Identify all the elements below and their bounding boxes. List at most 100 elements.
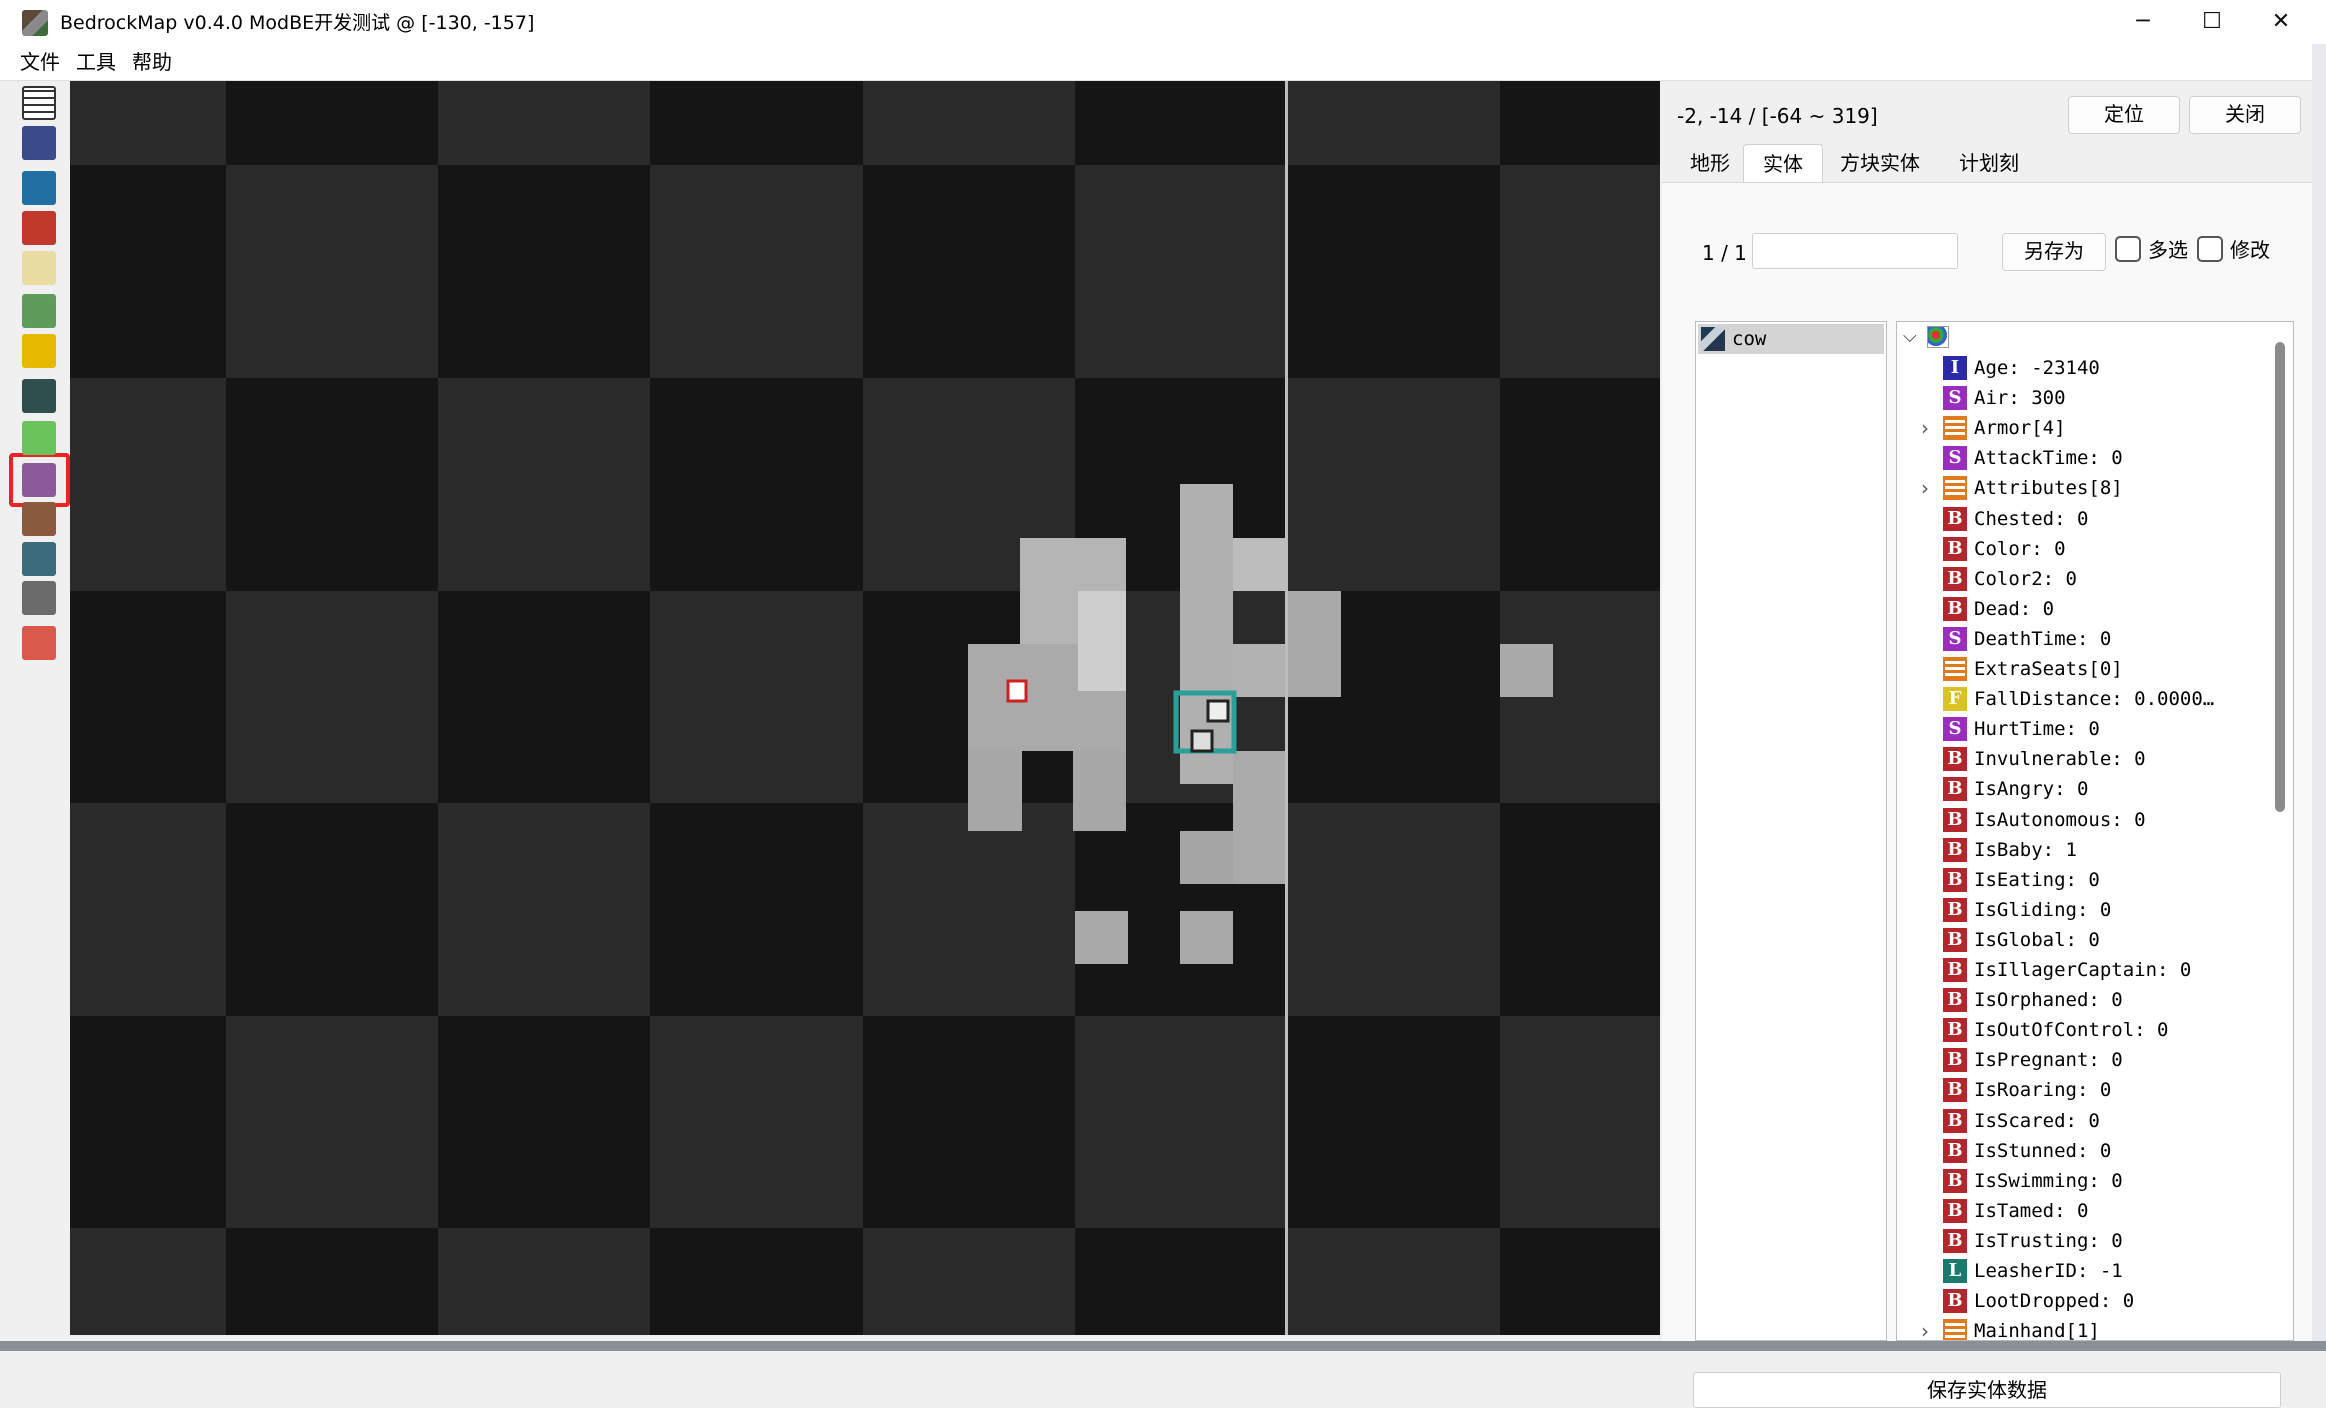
nbt-row[interactable]: B IsTamed: 0 xyxy=(1897,1196,2257,1226)
tag-type-icon: S xyxy=(1943,446,1967,471)
nbt-row[interactable]: B IsGlobal: 0 xyxy=(1897,925,2257,955)
multi-select-checkbox[interactable] xyxy=(2115,236,2141,262)
grid-tool-icon[interactable] xyxy=(22,86,56,120)
nbt-row[interactable]: S Air: 300 xyxy=(1897,383,2257,413)
nbt-row[interactable]: B IsBaby: 1 xyxy=(1897,835,2257,865)
entity-tab-content: 1 / 1 另存为 多选 修改 cow ⌵ I Age: -23140 S Air: … xyxy=(1662,182,2312,1408)
entity-list: cow xyxy=(1695,321,1887,1341)
menu-tools[interactable]: 工具 xyxy=(76,49,116,75)
nbt-row[interactable]: B IsTrusting: 0 xyxy=(1897,1226,2257,1256)
nbt-row[interactable]: L LeasherID: -1 xyxy=(1897,1256,2257,1286)
tag-type-icon: F xyxy=(1943,687,1967,712)
nbt-row[interactable]: B IsScared: 0 xyxy=(1897,1106,2257,1136)
nbt-row[interactable]: B IsAutonomous: 0 xyxy=(1897,805,2257,835)
close-panel-button[interactable]: 关闭 xyxy=(2189,96,2301,134)
slime-icon[interactable] xyxy=(22,421,56,455)
nbt-row[interactable]: B IsPregnant: 0 xyxy=(1897,1045,2257,1075)
mob-layer-icon[interactable] xyxy=(22,542,56,576)
tag-type-icon: S xyxy=(1943,386,1967,411)
nbt-row[interactable]: B IsAngry: 0 xyxy=(1897,774,2257,804)
entity-list-item[interactable]: cow xyxy=(1698,324,1884,354)
chevron-right-icon[interactable]: › xyxy=(1921,1316,1929,1340)
nbt-row[interactable]: ExtraSeats[0] xyxy=(1897,654,2257,684)
tab-scheduled-tick[interactable]: 计划刻 xyxy=(1937,144,2041,182)
map-chunk-tile xyxy=(70,165,226,378)
nbt-row[interactable]: B IsIllagerCaptain: 0 xyxy=(1897,955,2257,985)
chevron-right-icon[interactable]: › xyxy=(1921,413,1929,443)
nbt-label: Dead: 0 xyxy=(1974,597,2055,620)
nbt-row[interactable]: S HurtTime: 0 xyxy=(1897,714,2257,744)
nbt-label: IsAngry: 0 xyxy=(1974,778,2089,801)
nbt-row[interactable]: B IsGliding: 0 xyxy=(1897,895,2257,925)
nbt-rows: I Age: -23140 S Air: 300 › Armor[4] S AttackTim… xyxy=(1897,322,2293,1340)
nbt-row[interactable]: B IsOutOfControl: 0 xyxy=(1897,1015,2257,1045)
terrain-block xyxy=(1233,751,1288,884)
map-chunk-tile xyxy=(1500,803,1660,1016)
nbt-label: LeasherID: -1 xyxy=(1974,1260,2123,1282)
nbt-row[interactable]: B IsOrphaned: 0 xyxy=(1897,985,2257,1015)
nbt-row[interactable]: › Mainhand[1] xyxy=(1897,1316,2257,1340)
map-chunk-tile xyxy=(438,81,650,165)
minimize-button[interactable]: ─ xyxy=(2108,0,2178,44)
close-window-button[interactable]: ✕ xyxy=(2246,0,2316,44)
nbt-row[interactable]: I Age: -23140 xyxy=(1897,353,2257,383)
nbt-row[interactable]: › Attributes[8] xyxy=(1897,473,2257,503)
villager-icon[interactable] xyxy=(22,502,56,536)
nbt-scrollbar[interactable] xyxy=(2275,342,2285,812)
chevron-right-icon[interactable]: › xyxy=(1921,473,1929,503)
tag-type-icon: B xyxy=(1943,1108,1967,1133)
nbt-row[interactable]: F FallDistance: 0.0000… xyxy=(1897,684,2257,714)
save-as-button[interactable]: 另存为 xyxy=(2002,233,2106,271)
tab-block-entity[interactable]: 方块实体 xyxy=(1823,144,1937,182)
nbt-label: LootDropped: 0 xyxy=(1974,1290,2135,1313)
map-chunk-tile xyxy=(438,378,650,591)
modify-checkbox[interactable] xyxy=(2197,236,2223,262)
tnt-icon[interactable] xyxy=(22,211,56,245)
nbt-row[interactable]: › Armor[4] xyxy=(1897,413,2257,443)
map-canvas[interactable] xyxy=(70,81,1660,1335)
dice-icon[interactable] xyxy=(22,251,56,285)
entity-search-input[interactable] xyxy=(1752,233,1958,269)
paint-icon[interactable] xyxy=(22,334,56,368)
map-chunk-tile xyxy=(226,81,438,165)
entity-layer-icon[interactable] xyxy=(22,379,56,413)
save-entity-data-button[interactable]: 保存实体数据 xyxy=(1693,1372,2281,1408)
nbt-row[interactable]: B IsStunned: 0 xyxy=(1897,1136,2257,1166)
nbt-row[interactable]: B IsSwimming: 0 xyxy=(1897,1166,2257,1196)
nbt-row[interactable]: B LootDropped: 0 xyxy=(1897,1286,2257,1316)
selection-tool-icon[interactable] xyxy=(22,126,56,160)
actor-layer-icon[interactable] xyxy=(22,463,56,497)
anvil-icon[interactable] xyxy=(22,581,56,615)
tag-type-icon: B xyxy=(1943,1048,1967,1073)
map-chunk-tile xyxy=(863,1016,1075,1228)
map-chunk-tile xyxy=(438,165,650,378)
map-chunk-tile xyxy=(226,803,438,1016)
tab-terrain[interactable]: 地形 xyxy=(1677,144,1743,182)
locate-button[interactable]: 定位 xyxy=(2068,96,2180,134)
tab-entity[interactable]: 实体 xyxy=(1743,144,1823,182)
nbt-row[interactable]: B Invulnerable: 0 xyxy=(1897,744,2257,774)
nbt-row[interactable]: B Dead: 0 xyxy=(1897,594,2257,624)
globe-icon[interactable] xyxy=(22,171,56,205)
map-chunk-tile xyxy=(650,591,863,803)
nbt-row[interactable]: B Color: 0 xyxy=(1897,534,2257,564)
nbt-row[interactable]: B IsEating: 0 xyxy=(1897,865,2257,895)
nbt-row[interactable]: S DeathTime: 0 xyxy=(1897,624,2257,654)
tag-type-icon: S xyxy=(1943,717,1967,742)
nbt-row[interactable]: B Color2: 0 xyxy=(1897,564,2257,594)
nbt-row[interactable]: B Chested: 0 xyxy=(1897,504,2257,534)
list-tag-icon xyxy=(1943,476,1967,501)
page-indicator: 1 / 1 xyxy=(1702,241,1747,265)
nbt-row[interactable]: S AttackTime: 0 xyxy=(1897,443,2257,473)
map-chunk-tile xyxy=(438,1016,650,1228)
maximize-button[interactable]: ☐ xyxy=(2177,0,2247,44)
terrain-block xyxy=(1288,591,1341,697)
nbt-icon[interactable] xyxy=(22,626,56,660)
map-chunk-tile xyxy=(1500,81,1660,165)
nbt-row[interactable]: B IsRoaring: 0 xyxy=(1897,1075,2257,1105)
menu-file[interactable]: 文件 xyxy=(20,49,60,75)
landscape-icon[interactable] xyxy=(22,294,56,328)
map-chunk-tile xyxy=(438,803,650,1016)
terrain-block xyxy=(1180,831,1233,884)
menu-help[interactable]: 帮助 xyxy=(132,49,172,75)
